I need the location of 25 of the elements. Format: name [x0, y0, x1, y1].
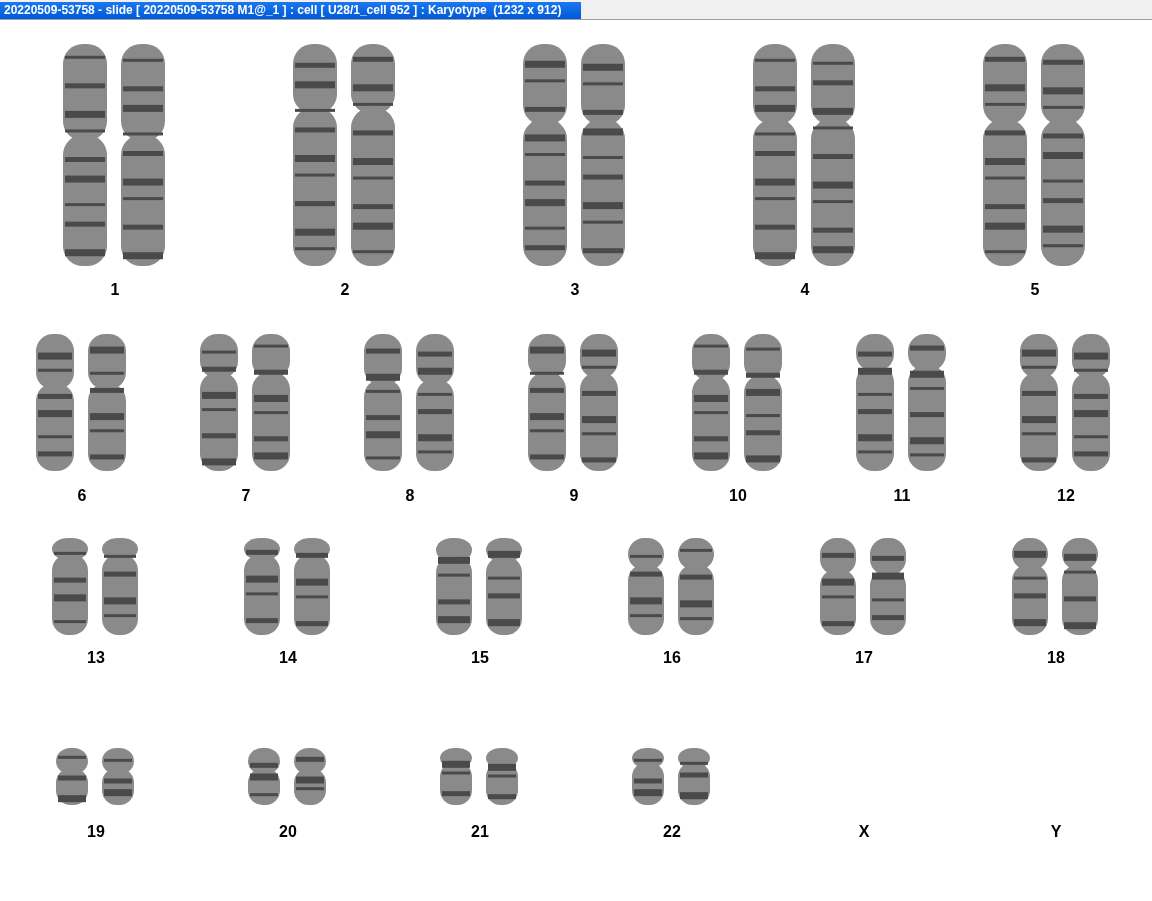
chromosome-label: 14 — [279, 649, 297, 667]
chromosome-label: 22 — [663, 823, 681, 841]
chromosome-label: 21 — [471, 823, 489, 841]
chromosome-label: 19 — [87, 823, 105, 841]
chromosome-label: 4 — [800, 281, 810, 299]
chromosome-label: 11 — [893, 487, 911, 505]
chromosome-label: 13 — [87, 649, 105, 667]
chromosome-label: 16 — [663, 649, 681, 667]
chromosome-label: X — [858, 823, 870, 841]
chromosome-label: 8 — [405, 487, 415, 505]
chromosome-label: 9 — [569, 487, 579, 505]
chromosome-label: 5 — [1030, 281, 1040, 299]
chromosome-label: 3 — [570, 281, 580, 299]
chromosome-label: Y — [1050, 823, 1062, 841]
chromosome-label: 18 — [1047, 649, 1065, 667]
chromosome-label: 2 — [340, 281, 350, 299]
chromosome-label: 15 — [471, 649, 489, 667]
chromosome-label: 17 — [855, 649, 873, 667]
chromosome-label: 6 — [77, 487, 87, 505]
chromosome-label: 20 — [279, 823, 297, 841]
chromosome-label: 7 — [241, 487, 251, 505]
chromosome-label: 10 — [729, 487, 747, 505]
window-title: 20220509-53758 - slide [ 20220509-53758 M1@_1 ] : cell [ U28/1_cell 952 ] : Karyotype (1232 x 912) — [0, 2, 582, 19]
chromosome-label: 1 — [110, 281, 120, 299]
chromosome-label: 12 — [1057, 487, 1075, 505]
